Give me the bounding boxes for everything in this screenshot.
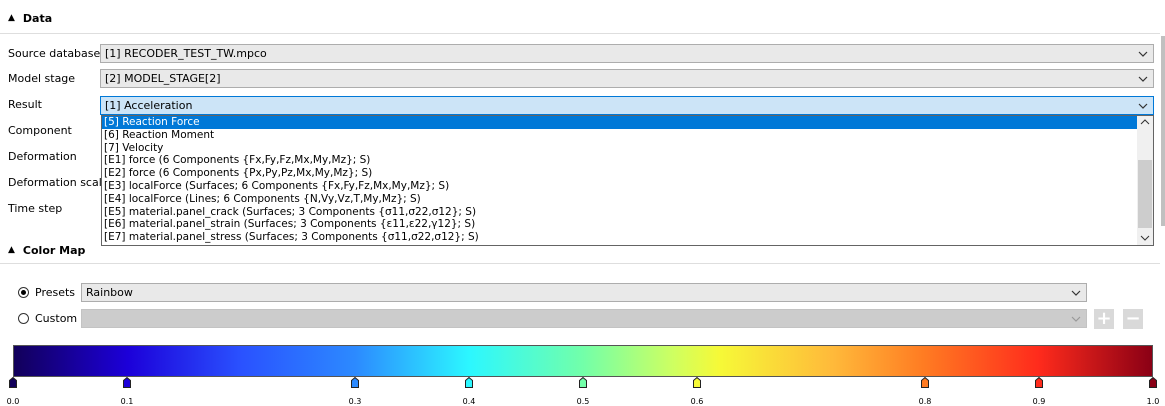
- color-stop-label: 0.8: [918, 397, 932, 406]
- model-stage-label: Model stage: [8, 72, 76, 85]
- panel-scrollbar[interactable]: [1161, 36, 1165, 226]
- color-stop-handle[interactable]: [9, 377, 17, 388]
- color-stop-handle[interactable]: [1149, 377, 1157, 388]
- presets-radio[interactable]: [18, 287, 29, 298]
- dropdown-item[interactable]: [E5] material.panel_crack (Surfaces; 3 C…: [102, 206, 1153, 219]
- time-step-label: Time step: [8, 202, 63, 215]
- dropdown-item[interactable]: [7] Velocity: [102, 142, 1153, 155]
- color-stop-label: 1.0: [1146, 397, 1160, 406]
- dropdown-item[interactable]: [E4] localForce (Lines; 6 Components {N,…: [102, 193, 1153, 206]
- source-database-value: [1] RECODER_TEST_TW.mpco: [105, 47, 267, 60]
- color-stop-handle[interactable]: [579, 377, 587, 388]
- divider: [0, 263, 1160, 264]
- chevron-down-icon: [1071, 316, 1081, 322]
- source-database-select[interactable]: [1] RECODER_TEST_TW.mpco: [100, 44, 1154, 63]
- presets-label: Presets: [35, 286, 76, 299]
- color-stop-label: 0.4: [462, 397, 476, 406]
- collapse-triangle-icon: ▲: [8, 13, 15, 23]
- result-label: Result: [8, 98, 42, 111]
- dropdown-item[interactable]: [E7] material.panel_stress (Surfaces; 3 …: [102, 231, 1153, 244]
- scroll-up-icon[interactable]: [1140, 118, 1150, 126]
- result-select[interactable]: [1] Acceleration: [100, 96, 1154, 115]
- color-stop-label: 0.0: [6, 397, 20, 406]
- color-stop-handle[interactable]: [693, 377, 701, 388]
- dropdown-item[interactable]: [E3] localForce (Surfaces; 6 Components …: [102, 180, 1153, 193]
- result-dropdown-list[interactable]: [5] Reaction Force [6] Reaction Moment [7]…: [101, 115, 1154, 246]
- color-stop-label: 0.6: [690, 397, 704, 406]
- color-stop-label: 0.3: [348, 397, 362, 406]
- chevron-down-icon: [1138, 76, 1148, 82]
- color-stop-handle[interactable]: [1035, 377, 1043, 388]
- color-stop-handle[interactable]: [123, 377, 131, 388]
- presets-select[interactable]: Rainbow: [81, 283, 1087, 302]
- color-stop-handle[interactable]: [465, 377, 473, 388]
- deformation-label: Deformation: [8, 150, 77, 163]
- scroll-down-icon[interactable]: [1140, 234, 1150, 242]
- color-stop-label: 0.1: [120, 397, 134, 406]
- custom-label: Custom: [35, 312, 78, 325]
- dropdown-item[interactable]: [6] Reaction Moment: [102, 129, 1153, 142]
- colormap-gradient-bar: [13, 345, 1153, 377]
- model-stage-select[interactable]: [2] MODEL_STAGE[2]: [100, 69, 1154, 88]
- scrollbar-thumb[interactable]: [1138, 160, 1152, 228]
- custom-select[interactable]: [81, 309, 1087, 328]
- result-value: [1] Acceleration: [105, 99, 193, 112]
- collapse-triangle-icon: ▲: [8, 245, 15, 255]
- presets-value: Rainbow: [86, 286, 133, 299]
- dropdown-item[interactable]: [5] Reaction Force: [102, 116, 1153, 129]
- divider: [0, 33, 1160, 34]
- data-section-header[interactable]: ▲ Data: [0, 6, 52, 30]
- color-stop-handle[interactable]: [351, 377, 359, 388]
- component-label: Component: [8, 124, 72, 137]
- dropdown-item[interactable]: [E6] material.panel_strain (Surfaces; 3 …: [102, 218, 1153, 231]
- model-stage-value: [2] MODEL_STAGE[2]: [105, 72, 221, 85]
- colormap-section-header[interactable]: ▲ Color Map: [0, 238, 85, 262]
- data-section-title: Data: [22, 11, 53, 25]
- custom-radio[interactable]: [18, 313, 29, 324]
- dropdown-item[interactable]: [E2] force (6 Components {Px,Py,Pz,Mx,My…: [102, 167, 1153, 180]
- chevron-down-icon: [1071, 290, 1081, 296]
- add-button[interactable]: +: [1094, 309, 1114, 329]
- color-stop-label: 0.9: [1032, 397, 1046, 406]
- dropdown-item[interactable]: [E1] force (6 Components {Fx,Fy,Fz,Mx,My…: [102, 154, 1153, 167]
- remove-button[interactable]: −: [1123, 309, 1143, 329]
- dropdown-items: [5] Reaction Force [6] Reaction Moment [7]…: [102, 116, 1153, 244]
- dropdown-scrollbar[interactable]: [1137, 116, 1153, 245]
- colormap-section-title: Color Map: [22, 243, 86, 257]
- chevron-down-icon: [1138, 103, 1148, 109]
- color-stop-label: 0.5: [576, 397, 590, 406]
- color-stop-handle[interactable]: [921, 377, 929, 388]
- deformation-scale-label: Deformation scale: [8, 176, 109, 189]
- chevron-down-icon: [1138, 51, 1148, 57]
- source-database-label: Source database: [8, 47, 101, 60]
